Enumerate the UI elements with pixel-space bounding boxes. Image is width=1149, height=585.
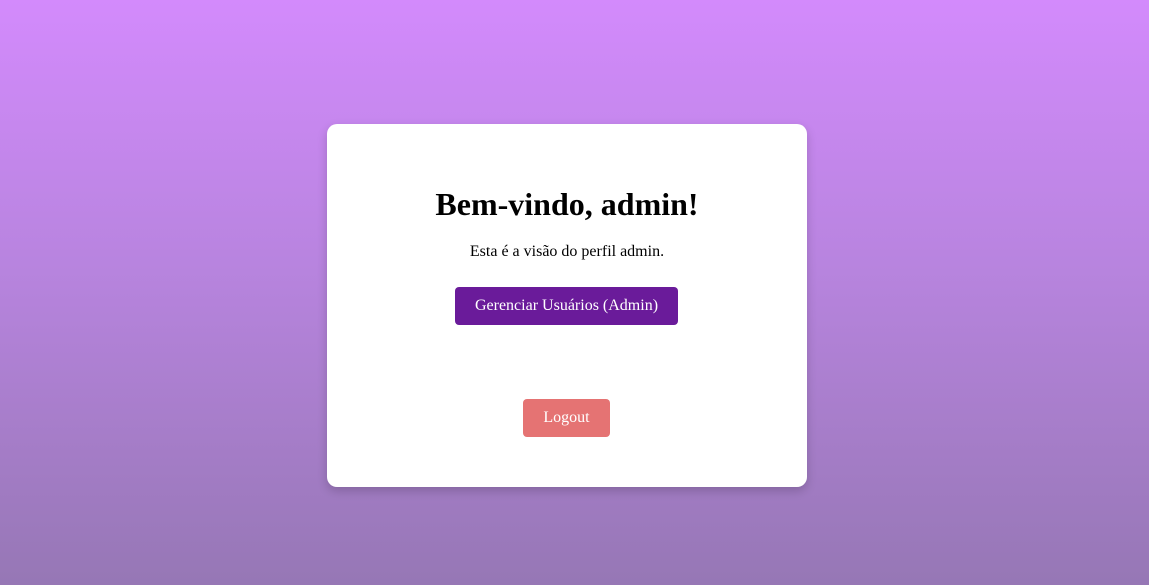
welcome-card: Bem-vindo, admin! Esta é a visão do perf… xyxy=(327,124,807,487)
manage-users-button[interactable]: Gerenciar Usuários (Admin) xyxy=(455,287,678,325)
logout-button[interactable]: Logout xyxy=(523,399,610,437)
page-title: Bem-vindo, admin! xyxy=(435,186,699,222)
page-background: { "welcome": { "title": "Bem-vindo, admi… xyxy=(0,0,1149,585)
profile-description: Esta é a visão do perfil admin. xyxy=(469,243,665,260)
